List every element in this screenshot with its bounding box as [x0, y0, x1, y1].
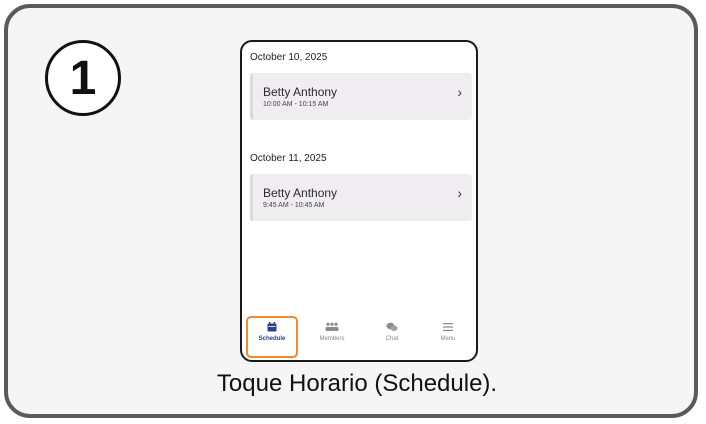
instruction-card: 1 October 10, 2025 Betty Anthony 10:00 A…	[4, 4, 698, 418]
appointment-card[interactable]: Betty Anthony 10:00 AM - 10:15 AM ›	[250, 73, 472, 120]
appointment-name: Betty Anthony	[263, 186, 338, 200]
step-number-badge: 1	[45, 40, 121, 116]
tab-members[interactable]: Members	[306, 318, 358, 360]
chevron-right-icon: ›	[457, 185, 462, 201]
date-heading: October 10, 2025	[250, 52, 328, 63]
instruction-caption: Toque Horario (Schedule).	[216, 370, 498, 397]
phone-screen: October 10, 2025 Betty Anthony 10:00 AM …	[240, 40, 478, 362]
appointment-time: 9:45 AM - 10:45 AM	[263, 202, 325, 209]
appointment-time: 10:00 AM - 10:15 AM	[263, 101, 329, 108]
schedule-tab-highlight	[246, 316, 298, 358]
appointment-card[interactable]: Betty Anthony 9:45 AM - 10:45 AM ›	[250, 174, 472, 221]
hamburger-menu-icon	[443, 323, 453, 331]
tab-label: Members	[319, 336, 345, 342]
chat-icon	[386, 322, 398, 331]
tab-label: Menu	[440, 336, 456, 342]
tab-label: Chat	[385, 336, 399, 342]
chevron-right-icon: ›	[457, 84, 462, 100]
tab-chat[interactable]: Chat	[366, 318, 418, 360]
tab-menu[interactable]: Menu	[422, 318, 474, 360]
date-heading: October 11, 2025	[250, 153, 327, 164]
members-icon	[325, 322, 339, 331]
appointment-name: Betty Anthony	[263, 85, 338, 99]
